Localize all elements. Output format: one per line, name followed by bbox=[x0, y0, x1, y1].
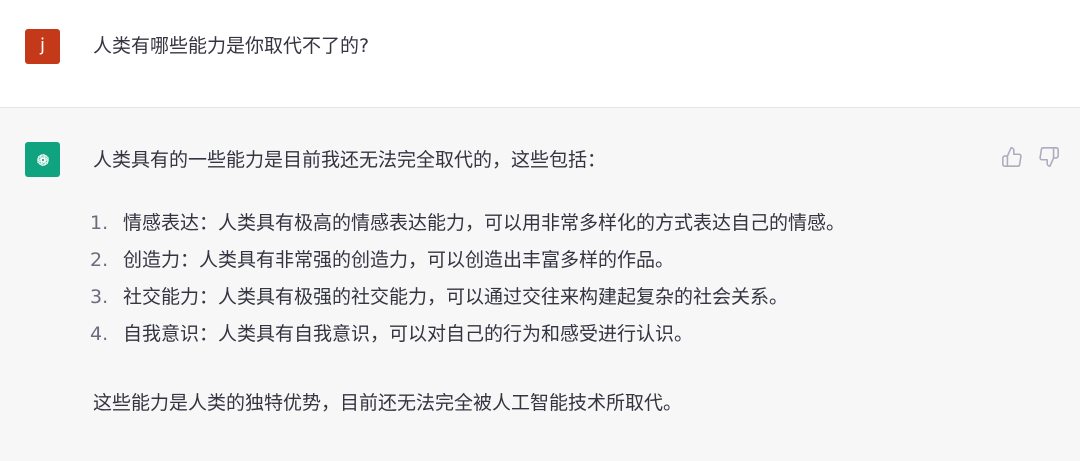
list-item-number: 1. bbox=[90, 212, 109, 234]
thumbs-up-button[interactable] bbox=[1001, 146, 1023, 168]
thumbs-up-icon bbox=[1002, 147, 1022, 167]
list-item: 4. 自我意识：人类具有自我意识，可以对自己的行为和感受进行认识。 bbox=[90, 321, 845, 358]
thumbs-down-button[interactable] bbox=[1038, 146, 1060, 168]
assistant-message-row: 人类具有的一些能力是目前我还无法完全取代的，这些包括： 1. 情感表达：人类具有… bbox=[0, 108, 1080, 461]
openai-logo-icon bbox=[36, 153, 49, 166]
list-item-text: 社交能力：人类具有极强的社交能力，可以通过交往来构建起复杂的社会关系。 bbox=[123, 286, 789, 308]
assistant-outro-text: 这些能力是人类的独特优势，目前还无法完全被人工智能技术所取代。 bbox=[93, 392, 683, 414]
list-item: 1. 情感表达：人类具有极高的情感表达能力，可以用非常多样化的方式表达自己的情感… bbox=[90, 210, 845, 247]
user-message-text: 人类有哪些能力是你取代不了的? bbox=[93, 35, 370, 57]
list-item: 2. 创造力：人类具有非常强的创造力，可以创造出丰富多样的作品。 bbox=[90, 247, 845, 284]
thumbs-down-icon bbox=[1039, 147, 1059, 167]
list-item-text: 自我意识：人类具有自我意识，可以对自己的行为和感受进行认识。 bbox=[123, 323, 694, 345]
list-item-text: 创造力：人类具有非常强的创造力，可以创造出丰富多样的作品。 bbox=[123, 249, 675, 271]
list-item-number: 3. bbox=[90, 286, 109, 308]
assistant-intro-text: 人类具有的一些能力是目前我还无法完全取代的，这些包括： bbox=[93, 149, 607, 171]
list-item-text: 情感表达：人类具有极高的情感表达能力，可以用非常多样化的方式表达自己的情感。 bbox=[123, 212, 846, 234]
list-item-number: 4. bbox=[90, 323, 109, 345]
assistant-avatar bbox=[25, 142, 60, 177]
user-avatar: j bbox=[25, 29, 60, 64]
assistant-list: 1. 情感表达：人类具有极高的情感表达能力，可以用非常多样化的方式表达自己的情感… bbox=[90, 210, 845, 358]
user-message-row: j 人类有哪些能力是你取代不了的? bbox=[0, 0, 1080, 108]
list-item: 3. 社交能力：人类具有极强的社交能力，可以通过交往来构建起复杂的社会关系。 bbox=[90, 284, 845, 321]
list-item-number: 2. bbox=[90, 249, 109, 271]
